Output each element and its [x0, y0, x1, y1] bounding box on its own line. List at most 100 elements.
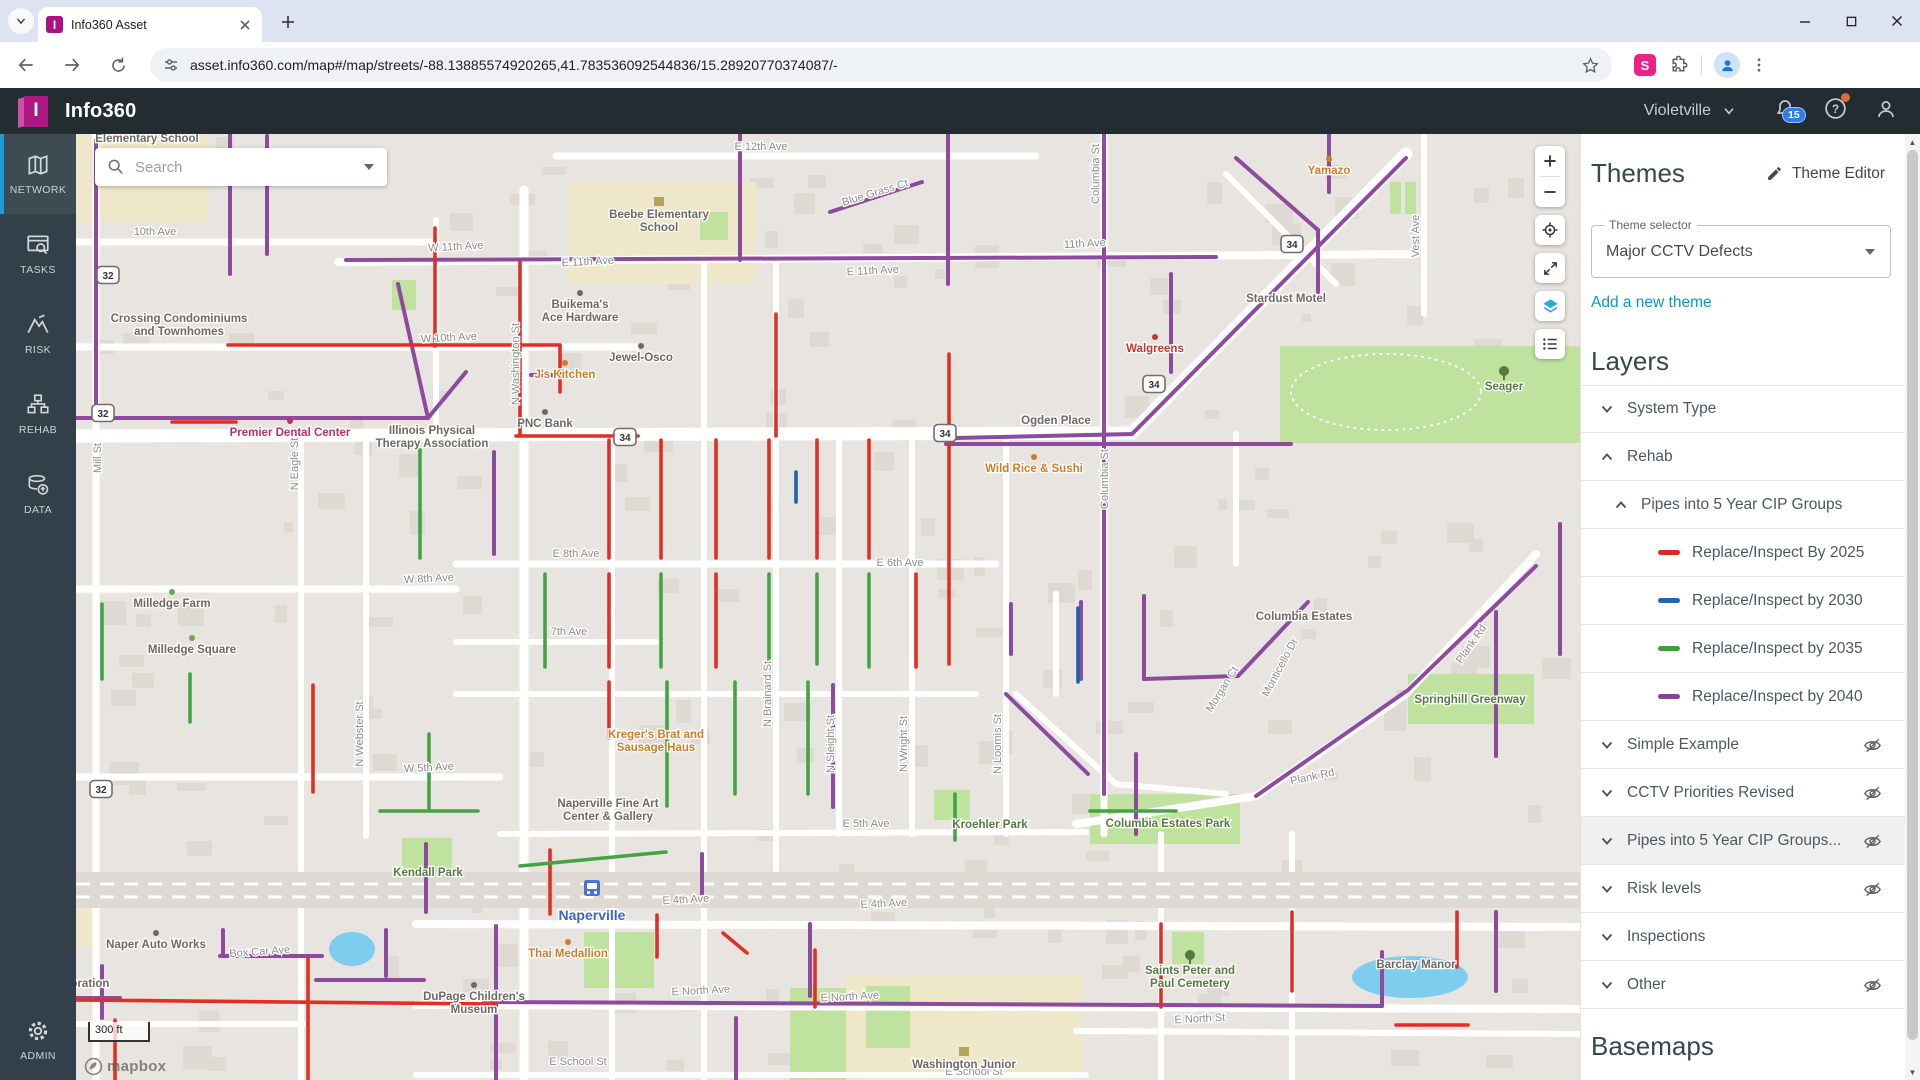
sidebar-item-risk[interactable]: RISK [0, 294, 76, 374]
add-theme-link[interactable]: Add a new theme [1591, 294, 1712, 312]
legend-item[interactable]: Replace/Inspect by 2035 [1581, 625, 1905, 673]
poi-label: Naperville Fine ArtCenter & Gallery [557, 798, 658, 823]
tenant-selector[interactable]: Violetville [1644, 102, 1737, 120]
layer-expand-toggle[interactable] [1599, 881, 1615, 897]
visibility-off-icon[interactable] [1863, 784, 1882, 803]
legend-item[interactable]: Replace/Inspect by 2030 [1581, 577, 1905, 625]
poi-label: Stardust Motel [1246, 293, 1326, 305]
forward-button[interactable] [56, 49, 88, 81]
poi-label: Yamazo [1308, 165, 1351, 177]
tab-close-button[interactable] [236, 16, 254, 34]
mapbox-wordmark: mapbox [107, 1058, 166, 1075]
site-info-icon[interactable] [162, 56, 180, 74]
poi-label: Wild Rice & Sushi [985, 463, 1083, 475]
street-label: E 12th Ave [734, 141, 787, 153]
visibility-off-icon[interactable] [1863, 832, 1882, 851]
layer-expand-toggle[interactable] [1599, 977, 1615, 993]
legend-item[interactable]: Replace/Inspect by 2040 [1581, 673, 1905, 721]
scrollbar-thumb[interactable] [1907, 150, 1918, 1040]
map-canvas[interactable]: 32323234343434E 12th Ave10th AveBlue Gra… [76, 134, 1580, 1080]
poi-label: Barclay Manor [1376, 959, 1456, 971]
minus-icon [1542, 184, 1558, 200]
visibility-off-icon[interactable] [1863, 880, 1882, 899]
info360-favicon-icon: I [46, 16, 63, 33]
bookmark-star-icon[interactable] [1581, 56, 1600, 75]
layer-group-row[interactable]: System Type [1581, 385, 1905, 433]
window-maximize-button[interactable] [1828, 0, 1874, 42]
layers-button[interactable] [1535, 291, 1565, 321]
scrollbar-up-arrow[interactable]: ▲ [1905, 134, 1920, 150]
theme-selector[interactable]: Theme selector Major CCTV Defects [1591, 225, 1891, 278]
mapbox-attribution[interactable]: mapbox [84, 1057, 166, 1076]
user-icon [1874, 97, 1898, 121]
layer-expand-toggle[interactable] [1613, 497, 1629, 513]
browser-menu-kebab-icon[interactable] [1750, 56, 1768, 74]
toolbar-divider [1701, 55, 1702, 75]
layer-group-row[interactable]: Other [1581, 961, 1905, 1009]
sidebar-item-rehab[interactable]: REHAB [0, 374, 76, 454]
layer-group-row[interactable]: Pipes into 5 Year CIP Groups [1581, 481, 1905, 529]
layer-group-row[interactable]: Pipes into 5 Year CIP Groups... [1581, 817, 1905, 865]
panel-scrollbar[interactable]: ▲ ▼ [1905, 134, 1920, 1080]
reload-button[interactable] [102, 49, 134, 81]
legend-label: Replace/Inspect By 2025 [1692, 544, 1864, 562]
map-search-box[interactable] [95, 148, 387, 186]
layer-expand-toggle[interactable] [1599, 929, 1615, 945]
street-label: N Eagle St [289, 438, 301, 491]
legend-button[interactable] [1535, 329, 1565, 359]
window-close-button[interactable] [1874, 0, 1920, 42]
layer-expand-toggle[interactable] [1599, 833, 1615, 849]
zoom-out-button[interactable] [1535, 177, 1565, 207]
browser-tab[interactable]: I Info360 Asset [38, 7, 262, 42]
sidebar-item-data[interactable]: DATA [0, 454, 76, 534]
sidebar-item-admin[interactable]: ADMIN [0, 1000, 76, 1080]
help-button[interactable]: ? [1823, 96, 1848, 126]
info360-logo[interactable]: I [18, 96, 48, 127]
layer-group-row[interactable]: Rehab [1581, 433, 1905, 481]
sidebar-item-network[interactable]: NETWORK [0, 134, 76, 214]
layer-group-row[interactable]: Simple Example [1581, 721, 1905, 769]
layer-expand-toggle[interactable] [1599, 449, 1615, 465]
layer-group-row[interactable]: CCTV Priorities Revised [1581, 769, 1905, 817]
address-bar[interactable]: asset.info360.com/map#/map/streets/-88.1… [150, 48, 1612, 82]
pinned-extension-icon[interactable]: S [1634, 54, 1656, 76]
tenant-name: Violetville [1644, 102, 1711, 120]
new-tab-button[interactable] [276, 10, 300, 34]
scrollbar-down-arrow[interactable]: ▼ [1905, 1064, 1920, 1080]
poi-label: Elementary School [95, 134, 199, 145]
theme-editor-button[interactable]: Theme Editor [1766, 165, 1885, 183]
poi-label: Milledge Square [148, 644, 236, 656]
legend-label: Replace/Inspect by 2040 [1692, 688, 1863, 706]
street-label: N Loomis St [992, 714, 1004, 774]
layer-expand-toggle[interactable] [1599, 737, 1615, 753]
back-button[interactable] [10, 49, 42, 81]
user-menu-button[interactable] [1874, 97, 1898, 126]
layer-expand-toggle[interactable] [1599, 401, 1615, 417]
tab-search-button[interactable] [8, 8, 34, 34]
layer-expand-toggle[interactable] [1599, 785, 1615, 801]
extensions-puzzle-icon[interactable] [1668, 55, 1689, 76]
legend-swatch [1658, 646, 1680, 651]
sidebar-item-tasks[interactable]: TASKS [0, 214, 76, 294]
theme-selector-value: Major CCTV Defects [1606, 243, 1864, 261]
window-minimize-button[interactable] [1782, 0, 1828, 42]
profile-avatar[interactable] [1714, 52, 1740, 78]
geolocate-button[interactable] [1535, 215, 1565, 245]
zoom-in-button[interactable] [1535, 146, 1565, 176]
visibility-off-icon[interactable] [1863, 736, 1882, 755]
notifications-button[interactable]: 15 [1773, 97, 1797, 126]
search-input[interactable] [135, 159, 363, 176]
chevron-down-icon [1599, 737, 1615, 753]
url-text[interactable]: asset.info360.com/map#/map/streets/-88.1… [190, 57, 1581, 73]
search-icon [107, 158, 125, 176]
visibility-off-icon[interactable] [1863, 976, 1882, 995]
fullscreen-button[interactable] [1535, 253, 1565, 283]
map-scale-bar: 300 ft [88, 1022, 150, 1042]
legend-item[interactable]: Replace/Inspect By 2025 [1581, 529, 1905, 577]
layer-group-row[interactable]: Risk levels [1581, 865, 1905, 913]
sidebar-item-label: DATA [24, 504, 52, 516]
legend-label: Replace/Inspect by 2035 [1692, 640, 1863, 658]
layer-group-label: Risk levels [1627, 880, 1701, 898]
search-dropdown-caret-icon[interactable] [363, 163, 375, 171]
layer-group-row[interactable]: Inspections [1581, 913, 1905, 961]
